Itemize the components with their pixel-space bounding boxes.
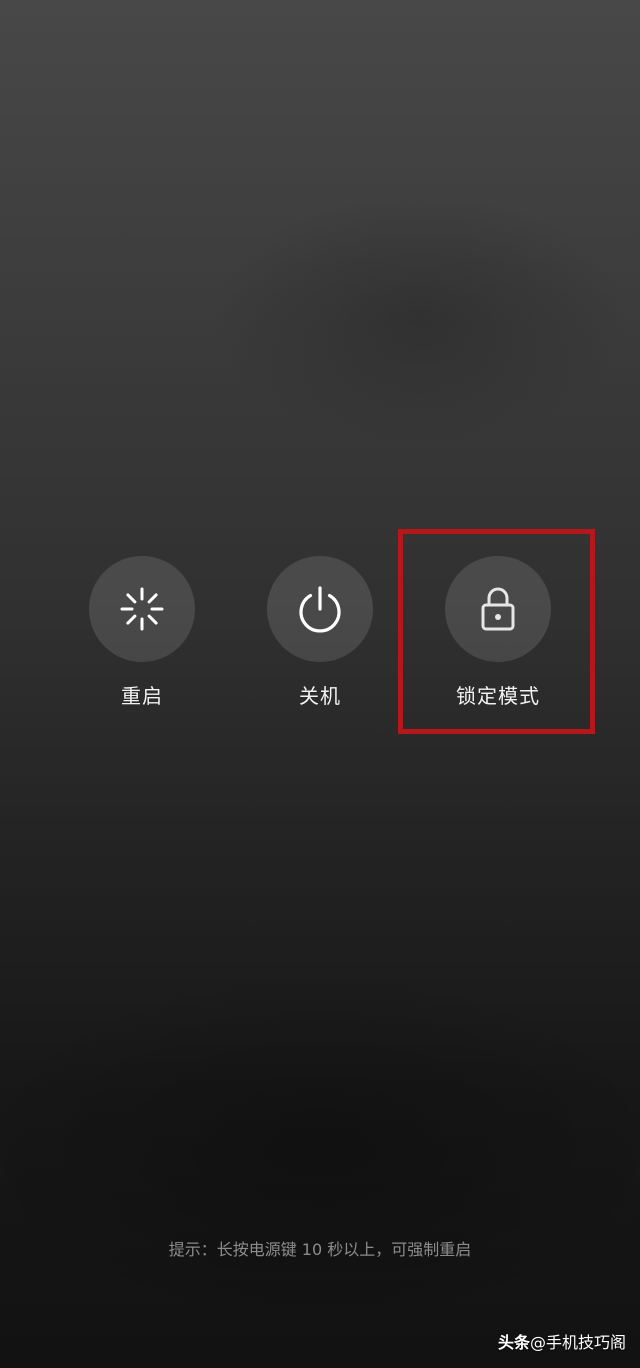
restart-label: 重启 xyxy=(121,684,163,708)
force-restart-hint: 提示：长按电源键 10 秒以上，可强制重启 xyxy=(168,1240,472,1259)
shutdown-label: 关机 xyxy=(299,684,341,708)
restart-icon xyxy=(120,587,164,631)
shutdown-button[interactable]: 关机 xyxy=(240,556,400,710)
restart-button[interactable]: 重启 xyxy=(62,556,222,710)
watermark: 头条@手机技巧阁 xyxy=(498,1332,626,1354)
highlight-box xyxy=(398,529,595,734)
restart-icon-circle[interactable] xyxy=(89,556,195,662)
shutdown-icon-circle[interactable] xyxy=(267,556,373,662)
watermark-author: @手机技巧阁 xyxy=(529,1333,626,1352)
power-icon xyxy=(299,586,341,633)
watermark-brand: 头条 xyxy=(497,1333,530,1352)
